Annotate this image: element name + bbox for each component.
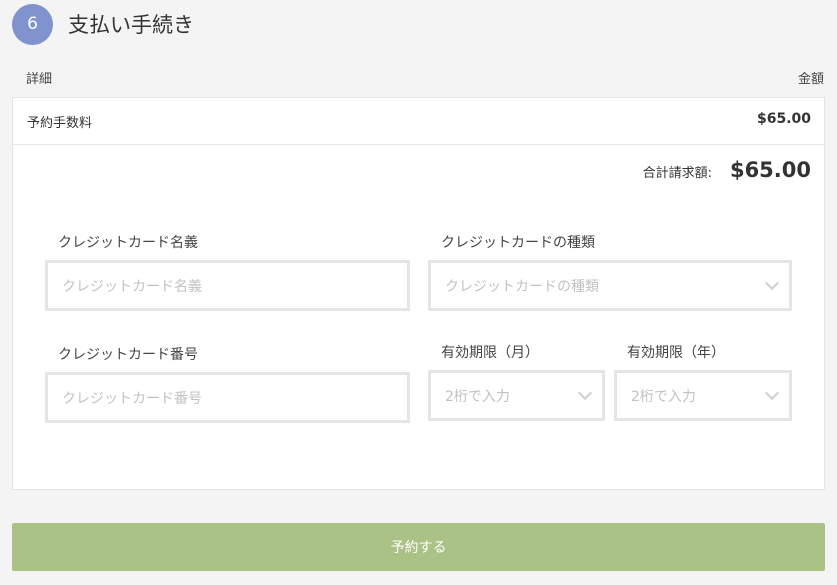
card-name-placeholder: クレジットカード名義 — [62, 278, 202, 295]
expiry-month-select[interactable]: 2桁で入力 — [428, 370, 605, 421]
payment-panel: 予約手数料 $65.00 合計請求額: $65.00 クレジットカード名義 クレ… — [12, 97, 825, 490]
fee-row: 予約手数料 $65.00 — [13, 98, 824, 145]
chevron-down-icon — [577, 385, 593, 401]
column-details-label: 詳細 — [26, 72, 53, 87]
page-title: 支払い手続き — [68, 13, 194, 37]
card-type-select[interactable]: クレジットカードの種類 — [428, 260, 792, 311]
card-number-label: クレジットカード番号 — [58, 347, 198, 363]
columns-header: 詳細 金額 — [12, 68, 825, 90]
step-number-badge: 6 — [12, 3, 53, 45]
total-row: 合計請求額: $65.00 — [643, 158, 811, 182]
expiry-year-select[interactable]: 2桁で入力 — [614, 370, 792, 421]
expiry-month-label: 有効期限（月） — [441, 345, 539, 361]
chevron-down-icon — [764, 275, 780, 291]
card-name-label: クレジットカード名義 — [58, 235, 198, 251]
fee-label: 予約手数料 — [27, 116, 93, 131]
card-type-placeholder: クレジットカードの種類 — [445, 278, 599, 295]
card-number-placeholder: クレジットカード番号 — [62, 390, 202, 407]
column-amount-label: 金額 — [797, 72, 824, 87]
chevron-down-icon — [764, 385, 780, 401]
expiry-year-label: 有効期限（年） — [627, 345, 725, 361]
card-number-input[interactable]: クレジットカード番号 — [45, 372, 410, 423]
expiry-month-placeholder: 2桁で入力 — [445, 388, 510, 405]
expiry-year-placeholder: 2桁で入力 — [631, 388, 696, 405]
total-amount: $65.00 — [729, 158, 811, 182]
step-header: 6 支払い手続き — [12, 3, 194, 45]
total-label: 合計請求額: — [642, 166, 712, 181]
card-name-input[interactable]: クレジットカード名義 — [45, 260, 410, 311]
fee-amount: $65.00 — [756, 111, 811, 127]
card-type-label: クレジットカードの種類 — [441, 235, 595, 251]
reserve-button[interactable]: 予約する — [12, 523, 825, 571]
